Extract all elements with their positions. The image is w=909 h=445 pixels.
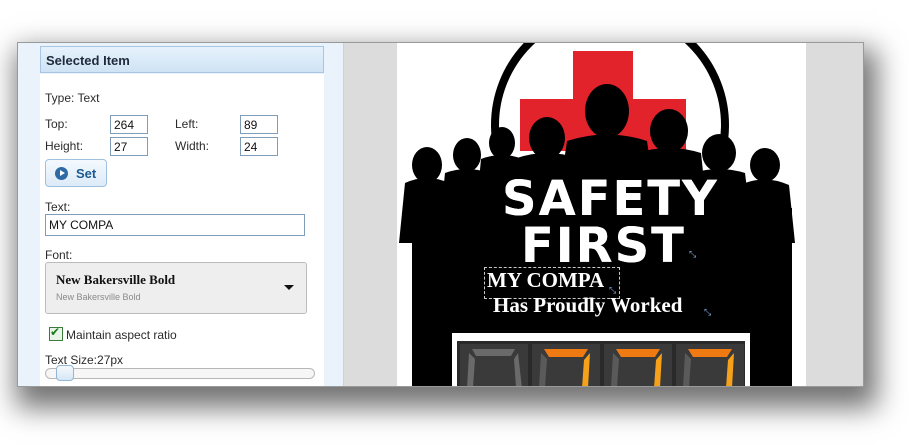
font-dropdown[interactable]: New Bakersville Bold New Bakersville Bol…	[45, 262, 307, 314]
text-label: Text:	[45, 200, 71, 214]
resize-handle-icon[interactable]: ⤡	[689, 250, 696, 260]
editor-window: Selected Item Type: Text Top: 264 Left: …	[18, 43, 863, 386]
set-button-label: Set	[76, 165, 97, 181]
chevron-down-icon	[284, 285, 294, 290]
top-label: Top:	[45, 117, 68, 131]
panel-title: Selected Item	[40, 46, 324, 73]
height-label: Height:	[45, 139, 84, 153]
first-heading[interactable]: FIRST	[521, 218, 686, 274]
left-label: Left:	[175, 117, 199, 131]
play-circle-icon	[55, 166, 68, 180]
width-label: Width:	[175, 139, 210, 153]
worked-resize-icon[interactable]: ⤡	[704, 308, 711, 318]
height-input[interactable]: 27	[110, 137, 148, 156]
set-button[interactable]: Set	[45, 159, 107, 187]
font-selected-name: New Bakersville Bold	[56, 272, 176, 287]
top-input[interactable]: 264	[110, 115, 148, 134]
worked-text[interactable]: Has Proudly Worked	[493, 293, 682, 318]
left-input[interactable]: 89	[240, 115, 278, 134]
design-canvas-area: SAFETY FIRST ⤡ MY COMPA ⤡ Has Proudly Wo…	[344, 43, 863, 386]
text-size-slider-track[interactable]	[45, 368, 315, 379]
company-text[interactable]: MY COMPA	[487, 268, 604, 293]
aspect-ratio-label: Maintain aspect ratio	[66, 328, 177, 342]
font-preview-text: New Bakersville Bold	[56, 292, 141, 302]
selected-item-panel: Selected Item Type: Text Top: 264 Left: …	[18, 43, 344, 386]
item-type: Type: Text	[45, 91, 100, 105]
text-field[interactable]: MY COMPA	[45, 214, 305, 236]
text-size-slider-handle[interactable]	[56, 365, 74, 381]
poster-canvas[interactable]: SAFETY FIRST ⤡ MY COMPA ⤡ Has Proudly Wo…	[397, 43, 806, 386]
width-input[interactable]: 24	[240, 137, 278, 156]
aspect-ratio-checkbox[interactable]	[49, 325, 63, 341]
font-label: Font:	[45, 248, 73, 262]
